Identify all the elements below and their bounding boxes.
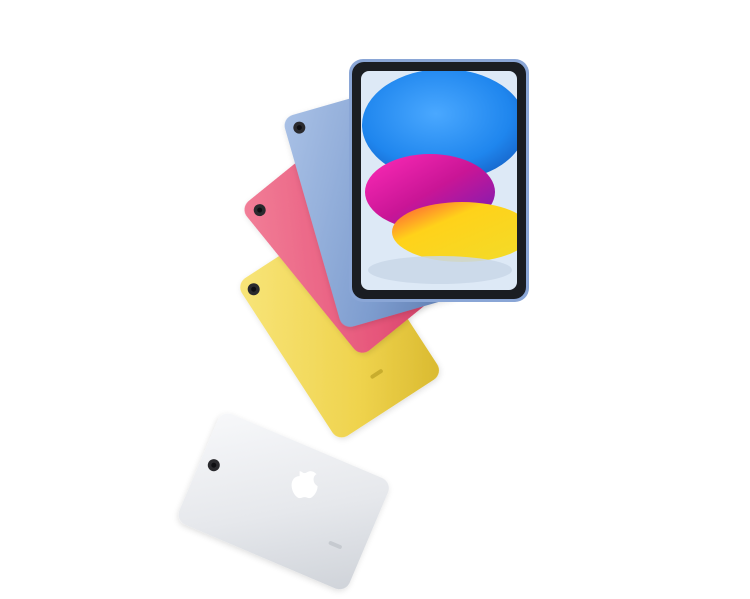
- front-ipad-screen: [361, 71, 517, 290]
- wallpaper-pale-disc: [368, 256, 512, 284]
- product-image-stage: [0, 0, 750, 599]
- ipad-lineup-illustration: [178, 59, 529, 590]
- silver-ipad: [178, 413, 389, 590]
- front-ipad: [349, 59, 529, 302]
- wallpaper-yellow-disc: [392, 202, 517, 262]
